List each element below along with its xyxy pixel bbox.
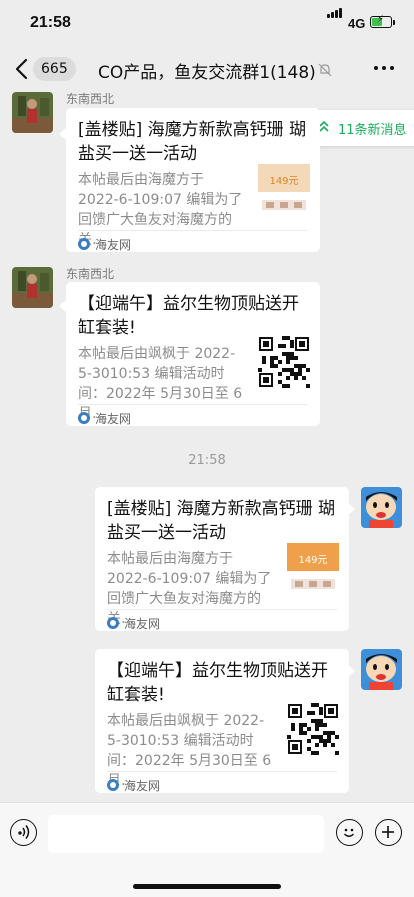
bubble-tail xyxy=(59,300,66,312)
battery-icon: ⚡ xyxy=(370,14,392,28)
battery-cap xyxy=(393,20,395,25)
message-timestamp: 21:58 xyxy=(188,453,226,468)
emoji-icon[interactable] xyxy=(336,819,363,846)
my-avatar[interactable] xyxy=(361,649,402,690)
chat-title: CO产品，鱼友交流群1(148) xyxy=(98,63,316,83)
link-card[interactable]: [盖楼贴] 海魔方新款高钙珊 瑚盐买一送一活动 本帖最后由海魔方于 2022-6… xyxy=(66,108,320,252)
source-logo-icon xyxy=(78,238,90,250)
qr-code-thumbnail xyxy=(287,703,339,755)
card-title: [盖楼贴] 海魔方新款高钙珊 瑚盐买一送一活动 xyxy=(78,120,307,164)
avatar[interactable] xyxy=(12,267,53,308)
link-card[interactable]: [盖楼贴] 海魔方新款高钙珊 瑚盐买一送一活动 本帖最后由海魔方于 2022-6… xyxy=(95,487,349,631)
input-bar xyxy=(0,802,414,897)
source-logo-icon xyxy=(107,617,119,629)
sender-name: 东南西北 xyxy=(66,92,115,106)
new-messages-button[interactable]: 11条新消息 xyxy=(304,110,414,146)
bubble-tail xyxy=(348,503,355,515)
svg-text:149元: 149元 xyxy=(298,555,327,566)
link-card[interactable]: 【迎端午】益尔生物顶贴送开缸套装! 本帖最后由飒枫于 2022-5-3010:5… xyxy=(95,649,349,793)
avatar[interactable] xyxy=(12,92,53,133)
source-logo-icon xyxy=(78,412,90,424)
my-avatar[interactable] xyxy=(361,487,402,528)
message-input[interactable] xyxy=(48,815,324,853)
chat-header: 665 CO产品，鱼友交流群1(148) xyxy=(0,48,414,92)
card-divider xyxy=(107,771,337,772)
network-label: 4G xyxy=(348,16,366,31)
status-bar: 21:58 4G ⚡ xyxy=(0,0,414,48)
svg-text:149元: 149元 xyxy=(269,176,298,187)
plus-icon[interactable] xyxy=(375,819,402,846)
qr-code-thumbnail xyxy=(258,336,310,388)
card-title: [盖楼贴] 海魔方新款高钙珊 瑚盐买一送一活动 xyxy=(107,499,336,543)
mute-icon xyxy=(318,62,332,77)
source-logo-icon xyxy=(107,779,119,791)
new-messages-label: 11条新消息 xyxy=(338,123,407,138)
card-divider xyxy=(78,404,308,405)
unread-count-badge[interactable]: 665 xyxy=(33,57,76,81)
card-thumbnail: 149元 xyxy=(258,162,310,214)
card-thumbnail: 149元 xyxy=(287,541,339,593)
bubble-tail xyxy=(348,665,355,677)
sender-name: 东南西北 xyxy=(66,267,115,281)
bubble-tail xyxy=(59,128,66,140)
link-card[interactable]: 【迎端午】益尔生物顶贴送开缸套装! 本帖最后由飒枫于 2022-5-3010:5… xyxy=(66,282,320,426)
card-divider xyxy=(107,609,337,610)
card-divider xyxy=(78,230,308,231)
card-title: 【迎端午】益尔生物顶贴送开缸套装! xyxy=(78,294,299,338)
status-time: 21:58 xyxy=(30,14,71,31)
home-indicator xyxy=(133,884,281,889)
voice-icon[interactable] xyxy=(10,819,37,846)
card-title: 【迎端午】益尔生物顶贴送开缸套装! xyxy=(107,661,328,705)
